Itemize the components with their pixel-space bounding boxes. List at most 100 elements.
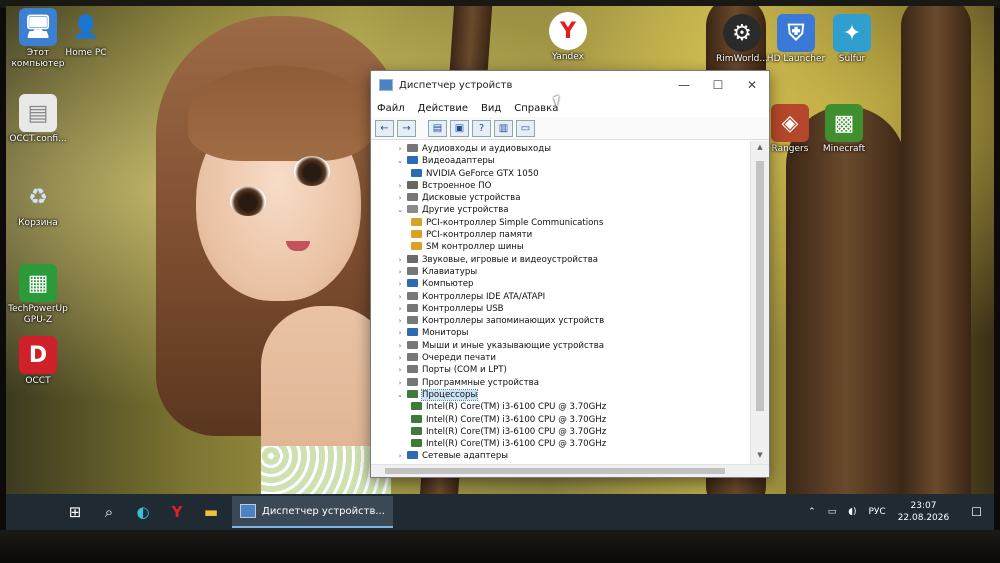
view-icon[interactable]: ▥	[494, 119, 513, 137]
device-item[interactable]: PCI-контроллер памяти	[371, 229, 749, 241]
start-button[interactable]: ⊞	[58, 495, 92, 529]
desktop-icon-yandex[interactable]: Y Yandex	[530, 12, 606, 63]
device-icon	[411, 439, 422, 448]
expand-chevron-icon[interactable]: ›	[395, 377, 405, 389]
volume-icon[interactable]: ◖)	[848, 507, 856, 517]
expand-chevron-icon[interactable]: ›	[395, 180, 405, 192]
menu-help[interactable]: Справка	[514, 103, 558, 114]
device-category[interactable]: › Контроллеры IDE ATA/ATAPI	[371, 291, 749, 303]
device-category[interactable]: › Мыши и иные указывающие устройства	[371, 340, 749, 352]
toolbar: ← → ▤ ▣ ? ▥ ▭	[371, 117, 769, 140]
maximize-button[interactable]: ☐	[701, 71, 735, 99]
expand-chevron-icon[interactable]: ›	[395, 278, 405, 290]
yandex-browser-icon[interactable]: Y	[160, 495, 194, 529]
scroll-up-icon[interactable]: ▲	[751, 143, 769, 155]
close-button[interactable]: ✕	[735, 71, 769, 99]
device-category[interactable]: › Компьютер	[371, 278, 749, 290]
device-item[interactable]: Intel(R) Core(TM) i3-6100 CPU @ 3.70GHz	[371, 426, 749, 438]
device-icon	[411, 217, 422, 226]
device-icon	[411, 230, 422, 239]
network-icon[interactable]: ▭	[828, 507, 837, 517]
device-category[interactable]: › Программные устройства	[371, 377, 749, 389]
device-category[interactable]: › Контроллеры USB	[371, 303, 749, 315]
device-item[interactable]: PCI-контроллер Simple Communications	[371, 217, 749, 229]
expand-chevron-icon[interactable]: ›	[395, 450, 405, 462]
expand-chevron-icon[interactable]: ›	[395, 192, 405, 204]
desktop-icon-occt[interactable]: D OCCT	[6, 336, 76, 387]
update-driver-icon[interactable]: ▣	[450, 119, 469, 137]
device-category[interactable]: › Дисковые устройства	[371, 192, 749, 204]
menu-view[interactable]: Вид	[481, 103, 501, 114]
forward-arrow-icon[interactable]: →	[397, 119, 416, 137]
expand-chevron-icon[interactable]: ›	[395, 143, 405, 155]
device-category[interactable]: › Сетевые адаптеры	[371, 450, 749, 462]
device-category[interactable]: › Аудиовходы и аудиовыходы	[371, 143, 749, 155]
device-category[interactable]: › Контроллеры запоминающих устройств	[371, 315, 749, 327]
expand-chevron-icon[interactable]: ›	[395, 352, 405, 364]
desktop-icon-home-pc[interactable]: 👤 Home PC	[48, 8, 124, 59]
expand-chevron-icon[interactable]: ›	[395, 315, 405, 327]
device-label: SM контроллер шины	[426, 242, 524, 253]
device-category[interactable]: › Встроенное ПО	[371, 180, 749, 192]
language-indicator[interactable]: РУС	[869, 507, 886, 517]
device-category[interactable]: ⌄ Процессоры	[371, 388, 749, 401]
edge-icon[interactable]: ◐	[126, 495, 160, 529]
device-item[interactable]: Intel(R) Core(TM) i3-6100 CPU @ 3.70GHz	[371, 438, 749, 450]
window-titlebar[interactable]: Диспетчер устройств — ☐ ✕	[371, 71, 769, 99]
help-icon[interactable]: ?	[472, 119, 491, 137]
collapse-chevron-icon[interactable]: ⌄	[395, 155, 405, 167]
desktop-icon-sulfur[interactable]: ✦ Sulfur	[814, 14, 890, 65]
device-icon	[407, 377, 418, 386]
device-label: Мыши и иные указывающие устройства	[422, 340, 605, 351]
device-category[interactable]: › Порты (COM и LPT)	[371, 364, 749, 376]
device-category[interactable]: › Клавиатуры	[371, 266, 749, 278]
device-item[interactable]: Intel(R) Core(TM) i3-6100 CPU @ 3.70GHz	[371, 414, 749, 426]
expand-chevron-icon[interactable]: ›	[395, 327, 405, 339]
desktop-icon-label: Yandex	[552, 52, 584, 62]
expand-chevron-icon[interactable]: ›	[395, 254, 405, 266]
device-item[interactable]: Intel(R) Core(TM) i3-6100 CPU @ 3.70GHz	[371, 401, 749, 413]
clock[interactable]: 23:07 22.08.2026	[898, 500, 950, 524]
expand-chevron-icon[interactable]: ›	[395, 364, 405, 376]
device-tree[interactable]: › Аудиовходы и аудиовыходы ⌄ Видеоадаптеры N…	[371, 141, 749, 465]
properties-icon[interactable]: ▤	[428, 119, 447, 137]
menu-action[interactable]: Действие	[418, 103, 468, 114]
expand-chevron-icon[interactable]: ›	[395, 340, 405, 352]
menu-file[interactable]: Файл	[377, 103, 405, 114]
device-item[interactable]: SM контроллер шины	[371, 241, 749, 253]
search-icon[interactable]: ⌕	[92, 495, 126, 529]
taskbar-item-device-manager[interactable]: Диспетчер устройств...	[232, 496, 393, 528]
scroll-thumb[interactable]	[385, 468, 725, 474]
device-category[interactable]: › Очереди печати	[371, 352, 749, 364]
desktop-icon-minecraft[interactable]: ▩ Minecraft	[806, 104, 882, 155]
sulfur-icon: ✦	[833, 14, 871, 52]
desktop-icon-gpuz[interactable]: ▦ TechPowerUp GPU-Z	[6, 264, 76, 326]
notifications-icon[interactable]: ☐	[971, 505, 982, 519]
monitor-icon[interactable]: ▭	[516, 119, 535, 137]
tray-chevron-icon[interactable]: ⌃	[808, 507, 816, 517]
device-category[interactable]: ⌄ Видеоадаптеры	[371, 155, 749, 167]
device-category[interactable]: ⌄ Другие устройства	[371, 204, 749, 216]
scroll-thumb[interactable]	[756, 161, 764, 411]
horizontal-scrollbar[interactable]	[371, 464, 769, 477]
device-icon	[407, 316, 418, 325]
desktop-icon-occt-config[interactable]: ▤ OCCT.confi...	[6, 94, 76, 145]
device-manager-window[interactable]: Диспетчер устройств — ☐ ✕ Файл Действие …	[370, 70, 770, 478]
collapse-chevron-icon[interactable]: ⌄	[395, 204, 405, 216]
expand-chevron-icon[interactable]: ›	[395, 266, 405, 278]
expand-chevron-icon[interactable]: ›	[395, 303, 405, 315]
device-item[interactable]: NVIDIA GeForce GTX 1050	[371, 168, 749, 180]
desktop-icon-recycle-bin[interactable]: ♻ Корзина	[6, 178, 76, 229]
device-category[interactable]: › Мониторы	[371, 327, 749, 339]
minimize-button[interactable]: —	[667, 71, 701, 99]
vertical-scrollbar[interactable]: ▲ ▼	[750, 141, 769, 465]
device-icon	[407, 180, 418, 189]
file-explorer-icon[interactable]: ▬	[194, 495, 228, 529]
scroll-down-icon[interactable]: ▼	[751, 451, 769, 463]
collapse-chevron-icon[interactable]: ⌄	[395, 389, 405, 401]
back-arrow-icon[interactable]: ←	[375, 119, 394, 137]
toolbar-separator	[419, 121, 425, 136]
device-icon	[407, 340, 418, 349]
expand-chevron-icon[interactable]: ›	[395, 291, 405, 303]
device-category[interactable]: › Звуковые, игровые и видеоустройства	[371, 254, 749, 266]
